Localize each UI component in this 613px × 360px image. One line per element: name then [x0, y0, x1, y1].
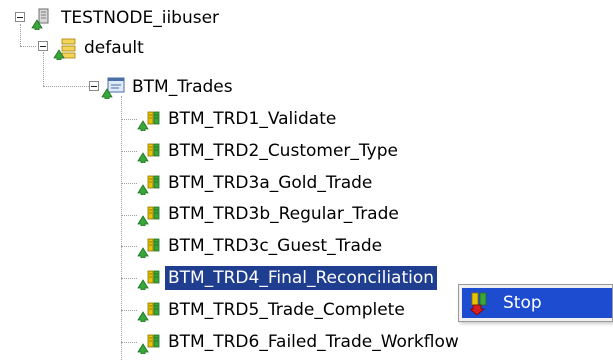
message-flow-icon	[137, 298, 161, 322]
tree-guide-line	[121, 215, 137, 216]
tree-guide-line	[20, 24, 21, 46]
tree-guide-line	[121, 278, 137, 279]
message-flow-icon	[137, 330, 161, 354]
tree-item-label: BTM_TRD3a_Gold_Trade	[168, 173, 373, 193]
tree-guide-line	[121, 310, 137, 311]
integration-server-icon	[53, 36, 77, 60]
tree-guide-line	[121, 183, 137, 184]
tree-item-message-flow[interactable]: BTM_TRD3a_Gold_Trade	[137, 170, 375, 196]
tree-item-label: BTM_TRD2_Customer_Type	[168, 141, 398, 161]
application-icon	[101, 75, 125, 99]
tree-item-integration-node[interactable]: TESTNODE_iibuser	[30, 5, 222, 31]
tree-guide-line	[121, 119, 137, 120]
menu-item-label: Stop	[503, 293, 542, 313]
tree-item-label: BTM_TRD1_Validate	[168, 109, 337, 129]
tree-item-label: default	[84, 38, 144, 58]
message-flow-icon	[137, 202, 161, 226]
collapse-server-toggle[interactable]	[38, 41, 48, 51]
tree-guide-line	[121, 246, 137, 247]
tree-item-message-flow[interactable]: BTM_TRD3c_Guest_Trade	[137, 233, 385, 259]
tree-item-label: TESTNODE_iibuser	[61, 8, 220, 28]
tree-item-label: BTM_TRD6_Failed_Trade_Workflow	[168, 332, 459, 352]
tree-guide-line	[121, 342, 137, 343]
message-flow-icon	[137, 234, 161, 258]
tree-item-message-flow[interactable]: BTM_TRD1_Validate	[137, 106, 339, 132]
tree-guide-line	[121, 151, 137, 152]
message-flow-icon	[137, 171, 161, 195]
tree-item-label: BTM_TRD3c_Guest_Trade	[168, 236, 383, 256]
tree-item-label: BTM_TRD4_Final_Reconciliation	[165, 266, 438, 290]
tree-guide-line	[43, 86, 89, 87]
tree-guide-line	[20, 46, 36, 47]
tree-item-message-flow[interactable]: BTM_TRD4_Final_Reconciliation	[137, 265, 438, 291]
tree-item-application[interactable]: BTM_Trades	[101, 74, 236, 100]
integration-node-icon	[30, 6, 54, 30]
message-flow-icon	[137, 107, 161, 131]
tree-item-message-flow[interactable]: BTM_TRD6_Failed_Trade_Workflow	[137, 329, 462, 355]
tree-item-message-flow[interactable]: BTM_TRD2_Customer_Type	[137, 138, 401, 164]
tree-item-message-flow[interactable]: BTM_TRD5_Trade_Complete	[137, 297, 408, 323]
tree-item-label: BTM_TRD5_Trade_Complete	[168, 300, 405, 320]
tree-item-label: BTM_TRD3b_Regular_Trade	[168, 204, 399, 224]
tree-guide-line	[121, 96, 122, 360]
tree-item-message-flow[interactable]: BTM_TRD3b_Regular_Trade	[137, 201, 402, 227]
stop-flow-icon	[468, 291, 494, 316]
context-menu: Stop	[458, 284, 613, 322]
tree-guide-line	[43, 52, 44, 86]
collapse-application-toggle[interactable]	[89, 81, 99, 91]
tree-item-integration-server[interactable]: default	[53, 35, 147, 61]
tree-item-label: BTM_Trades	[132, 77, 233, 97]
collapse-node-toggle[interactable]	[15, 12, 25, 22]
message-flow-icon	[137, 266, 161, 290]
menu-item-stop[interactable]: Stop	[462, 288, 612, 318]
message-flow-icon	[137, 139, 161, 163]
